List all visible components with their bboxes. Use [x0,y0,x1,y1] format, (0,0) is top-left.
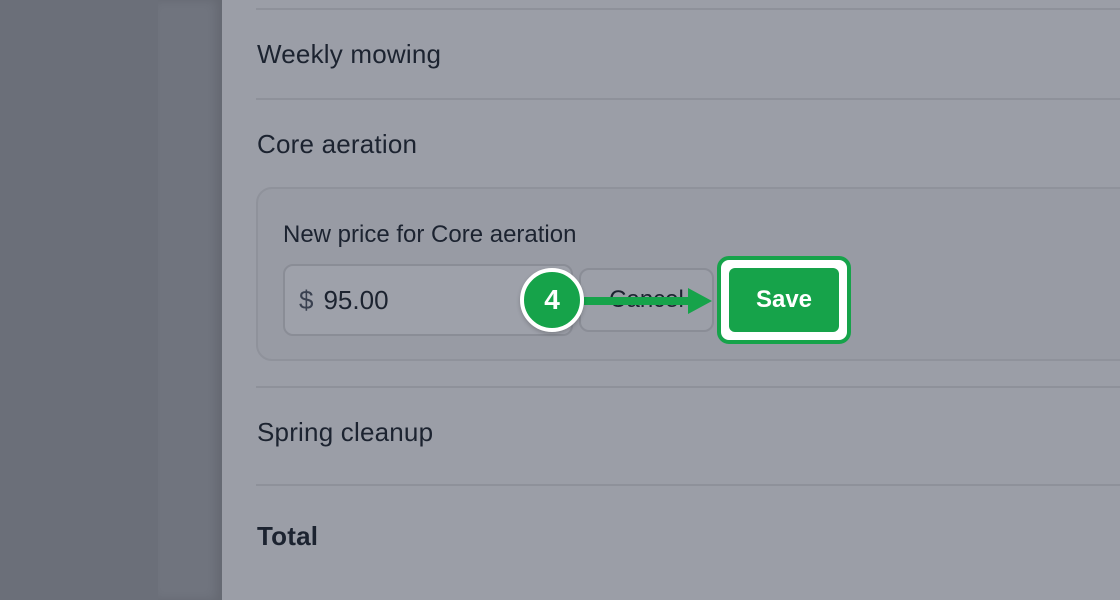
edit-price-title: New price for Core aeration [283,221,577,248]
sidebar-secondary-column [158,0,222,600]
row-divider [256,484,1120,486]
row-divider [256,8,1120,10]
row-divider [256,98,1120,100]
save-button[interactable]: Save [729,268,839,332]
service-row-weekly-mowing[interactable]: Weekly mowing [257,39,441,70]
price-input-value: 95.00 [323,284,389,315]
pointer-arrow-icon [584,288,712,314]
step-number-badge: 4 [520,268,584,332]
service-row-spring-cleanup[interactable]: Spring cleanup [257,417,433,448]
currency-symbol: $ [299,284,314,315]
total-label: Total [257,521,319,551]
service-row-core-aeration[interactable]: Core aeration [257,129,417,160]
row-divider [256,386,1120,388]
app-sidebar [0,0,158,600]
